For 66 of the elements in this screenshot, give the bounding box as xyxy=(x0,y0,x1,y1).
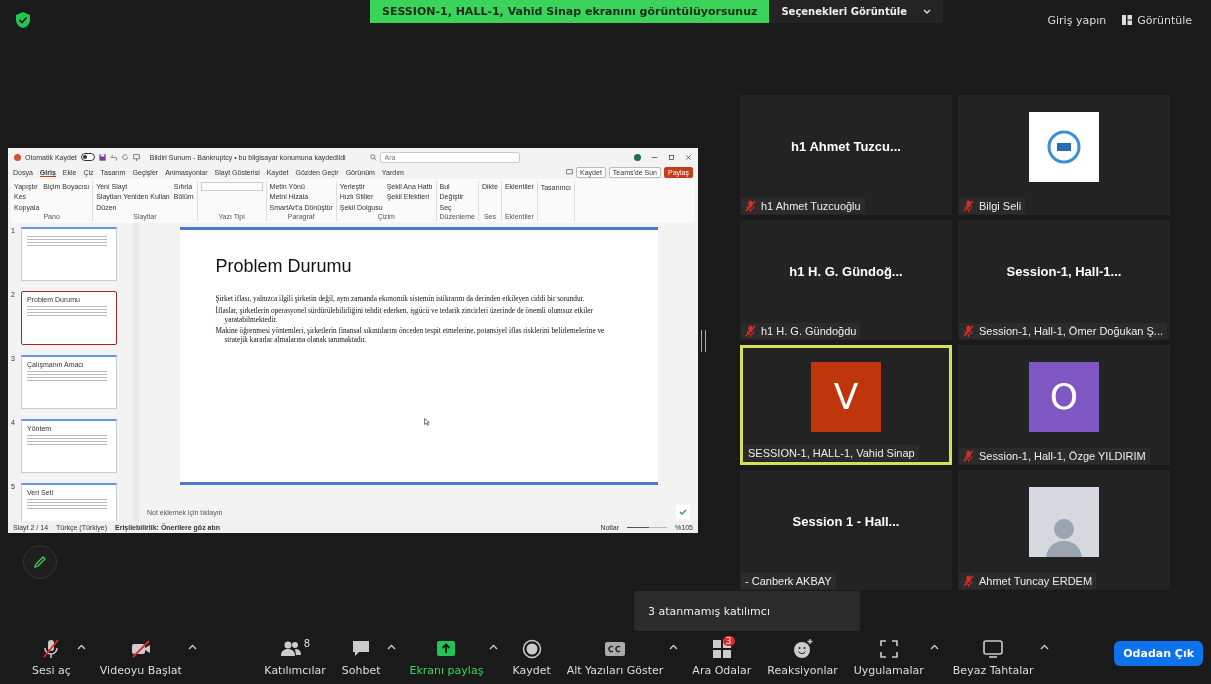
view-button[interactable]: Görüntüle xyxy=(1117,10,1197,30)
caret-icon[interactable] xyxy=(489,643,499,650)
smiley-icon xyxy=(791,637,814,660)
toolbar-button[interactable]: Uygulamalar xyxy=(851,637,926,677)
tooltip: 3 atanmamış katılımcı xyxy=(634,591,860,631)
toolbar-button[interactable]: Sohbet xyxy=(339,637,383,677)
undo-icon xyxy=(109,153,118,161)
app-logo-icon xyxy=(14,153,21,161)
shield-icon xyxy=(16,12,30,28)
participant-label: - Canberk AKBAY xyxy=(745,575,832,587)
participant-label: Session-1, Hall-1, Ömer Doğukan Ş... xyxy=(979,325,1164,337)
caret-icon[interactable] xyxy=(187,643,197,650)
pencil-icon xyxy=(33,555,47,569)
participant-label: SESSION-1, HALL-1, Vahid Sinap xyxy=(748,447,915,459)
video-off-icon xyxy=(129,637,152,660)
grid-icon xyxy=(1122,15,1133,25)
caret-icon xyxy=(923,8,932,15)
presenter-icon xyxy=(132,153,140,161)
caret-icon[interactable] xyxy=(929,643,939,650)
sign-in-button[interactable]: Giriş yapın xyxy=(1042,10,1112,30)
toolbar-button[interactable]: 3 Ara Odalar xyxy=(690,637,754,677)
caret-icon[interactable] xyxy=(386,643,396,650)
toolbar-button[interactable]: Videoyu Başlat xyxy=(97,637,184,677)
close-icon[interactable] xyxy=(685,153,692,161)
participant-label: Ahmet Tuncay ERDEM xyxy=(979,575,1093,587)
search-icon xyxy=(369,153,377,161)
caret-icon[interactable] xyxy=(1039,643,1049,650)
whiteboard-icon xyxy=(982,637,1005,660)
check-icon[interactable] xyxy=(676,505,690,519)
toolbar-button[interactable]: Ekranı paylaş xyxy=(407,637,486,677)
leave-button[interactable]: Odadan Çık xyxy=(1114,640,1203,666)
participant-label: h1 Ahmet Tuzcuoğlu xyxy=(761,200,861,212)
sharing-banner: SESSION-1, HALL-1, Vahid Sinap ekranını görüntülüyorsunuz xyxy=(370,0,770,23)
save-icon xyxy=(98,153,106,161)
annotate-button[interactable] xyxy=(23,545,57,579)
avatar-initial: O xyxy=(1029,361,1099,432)
cursor-icon xyxy=(423,418,430,426)
caret-icon[interactable] xyxy=(669,643,679,650)
participant-count: 8 xyxy=(303,637,311,649)
restore-icon[interactable] xyxy=(668,153,675,161)
slide-thumbnail[interactable] xyxy=(21,227,117,281)
participant-name: h1 H. G. Gündoğ... xyxy=(789,264,903,279)
avatar-initial: V xyxy=(811,361,881,432)
slide-title: Problem Durumu xyxy=(215,256,353,277)
participant-name: Session-1, Hall-1... xyxy=(1006,264,1122,279)
font-name-field[interactable] xyxy=(200,181,263,191)
apps-icon xyxy=(877,637,900,660)
participant-name: h1 Ahmet Tuzcu... xyxy=(791,139,901,154)
notification-badge: 3 xyxy=(722,635,735,646)
caret-icon[interactable] xyxy=(76,643,86,650)
participant-label: Bilgi Seli xyxy=(979,200,1022,212)
resize-handle[interactable] xyxy=(701,330,706,352)
comment-icon[interactable] xyxy=(566,169,574,176)
toolbar-button[interactable]: Reaksiyonlar xyxy=(765,637,840,677)
toolbar-button[interactable]: Beyaz Tahtalar xyxy=(950,637,1036,677)
autosave-toggle[interactable] xyxy=(80,153,95,161)
view-options-button[interactable]: Seçenekleri Görüntüle xyxy=(769,0,944,23)
toolbar-button[interactable]: 8 Katılımcılar xyxy=(262,637,328,677)
participant-label: Session-1, Hall-1, Özge YILDIRIM xyxy=(979,450,1146,462)
participant-name: Session 1 - Hall... xyxy=(792,514,900,529)
toolbar-button[interactable]: Kaydet xyxy=(510,637,553,677)
user-avatar-icon xyxy=(634,153,641,161)
record-icon xyxy=(520,637,543,660)
participant-label: h1 H. G. Gündoğdu xyxy=(761,325,857,337)
toolbar-button[interactable]: Sesi aç xyxy=(30,637,73,677)
toolbar-button[interactable]: Alt Yazıları Göster xyxy=(564,637,666,677)
